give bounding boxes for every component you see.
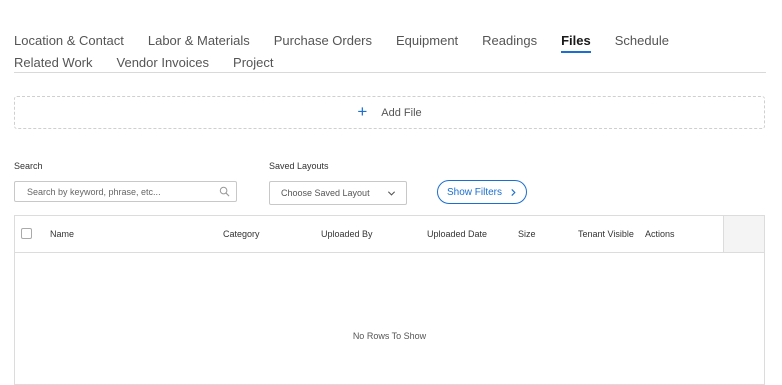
tab-equipment[interactable]: Equipment	[396, 32, 458, 50]
add-file-label: Add File	[381, 106, 422, 119]
empty-grid-message: No Rows To Show	[352, 331, 427, 341]
search-label: Search	[14, 161, 43, 171]
grid-header: Name Category Uploaded By Uploaded Date …	[15, 216, 764, 253]
add-file-button[interactable]: + Add File	[14, 96, 765, 129]
tab-schedule[interactable]: Schedule	[615, 32, 669, 50]
saved-layouts-label: Saved Layouts	[269, 161, 329, 171]
header-filler	[723, 216, 764, 252]
column-header-name[interactable]: Name	[50, 229, 74, 239]
search-input[interactable]	[27, 186, 212, 197]
saved-layout-select[interactable]: Choose Saved Layout	[269, 181, 407, 205]
plus-icon: +	[357, 102, 368, 121]
column-header-tenant-visible[interactable]: Tenant Visible	[578, 229, 634, 239]
column-header-uploaded-by[interactable]: Uploaded By	[321, 229, 373, 239]
tab-labor-materials[interactable]: Labor & Materials	[148, 32, 250, 50]
tab-readings[interactable]: Readings	[482, 32, 537, 50]
files-grid: Name Category Uploaded By Uploaded Date …	[14, 215, 765, 385]
search-icon[interactable]	[219, 186, 230, 197]
tabs-divider	[14, 72, 766, 73]
tab-related-work[interactable]: Related Work	[14, 54, 93, 72]
show-filters-button[interactable]: Show Filters	[437, 180, 527, 204]
column-header-category[interactable]: Category	[223, 229, 260, 239]
tab-vendor-invoices[interactable]: Vendor Invoices	[117, 54, 210, 72]
show-filters-label: Show Filters	[446, 186, 502, 198]
column-header-actions[interactable]: Actions	[645, 229, 675, 239]
tab-purchase-orders[interactable]: Purchase Orders	[274, 32, 372, 50]
chevron-right-icon	[511, 188, 516, 196]
saved-layout-value: Choose Saved Layout	[281, 188, 370, 198]
select-all-checkbox[interactable]	[21, 228, 32, 239]
search-field	[14, 181, 237, 202]
tab-bar: Location & Contact Labor & Materials Pur…	[14, 32, 766, 72]
tab-project[interactable]: Project	[233, 54, 273, 72]
tab-files[interactable]: Files	[561, 32, 591, 53]
tab-location-contact[interactable]: Location & Contact	[14, 32, 124, 50]
column-header-size[interactable]: Size	[518, 229, 536, 239]
column-header-uploaded-date[interactable]: Uploaded Date	[427, 229, 487, 239]
chevron-down-icon	[387, 190, 396, 196]
